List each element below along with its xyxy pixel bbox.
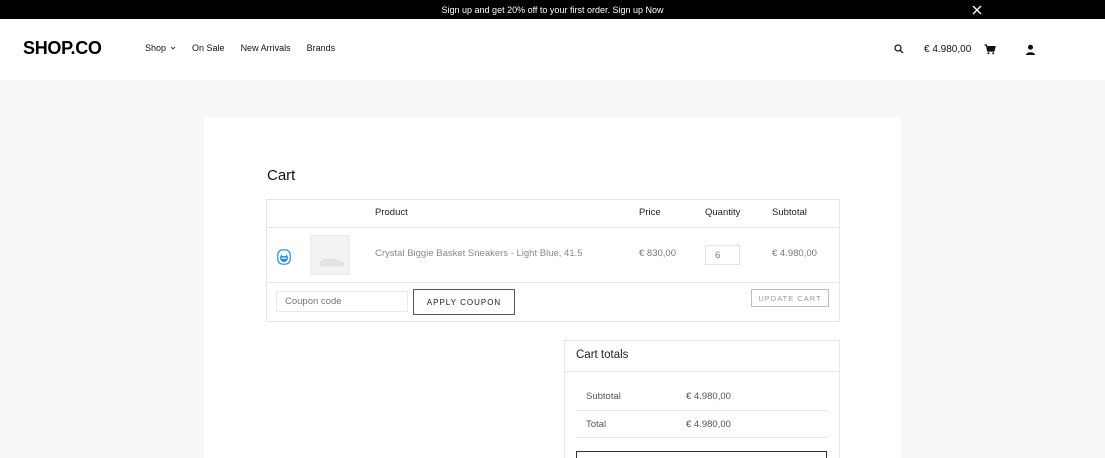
nav-brands[interactable]: Brands xyxy=(307,43,336,53)
totals-subtotal-value: € 4.980,00 xyxy=(686,391,731,402)
nav-shop-label: Shop xyxy=(145,43,167,53)
nav-on-sale[interactable]: On Sale xyxy=(192,43,225,53)
cart-totals-title: Cart totals xyxy=(576,349,629,361)
nav-new-arrivals[interactable]: New Arrivals xyxy=(241,43,291,53)
remove-item-icon[interactable] xyxy=(277,249,291,265)
close-icon[interactable] xyxy=(968,1,985,18)
page-title: Cart xyxy=(267,167,296,184)
cart-icon[interactable] xyxy=(984,38,998,60)
nav-shop[interactable]: Shop xyxy=(145,43,176,53)
quantity-input[interactable] xyxy=(705,245,740,265)
table-divider xyxy=(267,227,839,228)
site-header: SHOP.CO Shop On Sale New Arrivals Brands… xyxy=(0,19,1105,80)
search-icon[interactable] xyxy=(894,38,908,60)
announcement-text[interactable]: Sign up and get 20% off to your first or… xyxy=(442,5,664,15)
product-name-link[interactable]: Crystal Biggie Basket Sneakers - Light B… xyxy=(375,248,583,259)
chevron-down-icon xyxy=(170,45,176,51)
announcement-bar: Sign up and get 20% off to your first or… xyxy=(0,0,1105,19)
totals-divider xyxy=(565,371,839,372)
update-cart-button[interactable]: UPDATE CART xyxy=(751,289,829,307)
totals-divider xyxy=(576,437,827,438)
column-header-product: Product xyxy=(375,207,408,218)
header-cart-total[interactable]: € 4.980,00 xyxy=(924,38,971,60)
totals-divider xyxy=(576,410,827,411)
totals-total-label: Total xyxy=(586,419,607,430)
product-thumbnail[interactable] xyxy=(310,235,350,275)
apply-coupon-button[interactable]: APPLY COUPON xyxy=(413,289,515,315)
column-header-price: Price xyxy=(639,207,661,218)
product-subtotal: € 4.980,00 xyxy=(772,248,817,259)
column-header-subtotal: Subtotal xyxy=(772,207,807,218)
table-divider xyxy=(267,282,839,283)
totals-subtotal-label: Subtotal xyxy=(586,391,621,402)
site-logo[interactable]: SHOP.CO xyxy=(23,38,102,59)
coupon-input[interactable] xyxy=(276,291,408,312)
main-nav: Shop On Sale New Arrivals Brands xyxy=(145,43,351,53)
product-price: € 830,00 xyxy=(639,248,676,259)
totals-total-value: € 4.980,00 xyxy=(686,419,731,430)
proceed-to-checkout-button[interactable] xyxy=(576,451,827,458)
column-header-quantity: Quantity xyxy=(705,207,741,218)
user-icon[interactable] xyxy=(1025,38,1039,60)
